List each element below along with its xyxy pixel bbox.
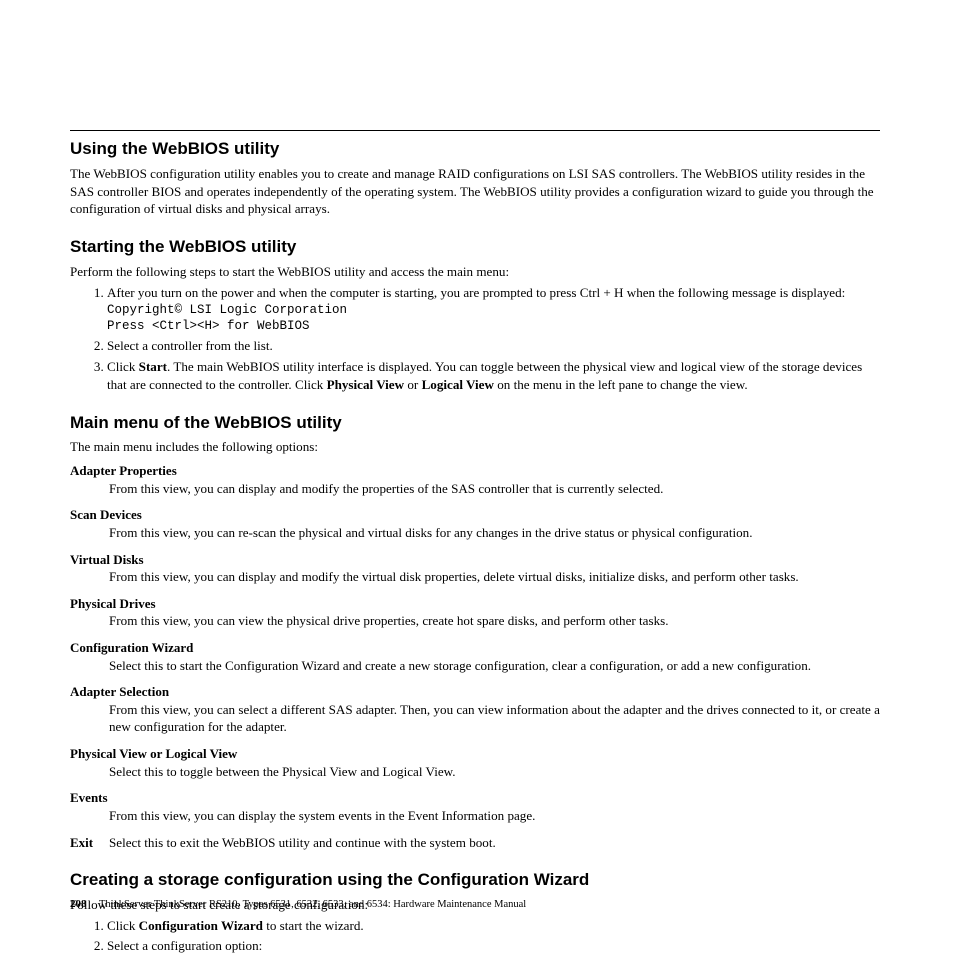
paragraph: The main menu includes the following opt… [70, 438, 880, 456]
heading-main-menu: Main menu of the WebBIOS utility [70, 412, 880, 435]
definition-desc: From this view, you can display the syst… [109, 807, 880, 825]
definition-item: Virtual Disks From this view, you can di… [70, 551, 880, 586]
list-item: Click Start. The main WebBIOS utility in… [107, 358, 880, 393]
definition-term: Adapter Selection [70, 683, 880, 701]
section-starting-webbios: Starting the WebBIOS utility Perform the… [70, 236, 880, 394]
section-creating-config: Creating a storage configuration using t… [70, 869, 880, 955]
definition-term: Configuration Wizard [70, 639, 880, 657]
definition-item: Scan Devices From this view, you can re-… [70, 506, 880, 541]
text: or [404, 377, 421, 392]
section-using-webbios: Using the WebBIOS utility The WebBIOS co… [70, 130, 880, 218]
page-number: 208 [70, 898, 87, 910]
definition-desc: From this view, you can display and modi… [109, 480, 880, 498]
definition-term: Physical Drives [70, 595, 880, 613]
heading-starting-webbios: Starting the WebBIOS utility [70, 236, 880, 259]
bold-text: Configuration Wizard [139, 918, 263, 933]
heading-using-webbios: Using the WebBIOS utility [70, 130, 880, 161]
list-item: Select a configuration option: [107, 937, 880, 955]
text: After you turn on the power and when the… [107, 285, 845, 300]
definition-item: Adapter Selection From this view, you ca… [70, 683, 880, 736]
definition-desc: Select this to start the Configuration W… [109, 657, 880, 675]
definition-desc: From this view, you can select a differe… [109, 701, 880, 736]
heading-creating-config: Creating a storage configuration using t… [70, 869, 880, 892]
ordered-list: Click Configuration Wizard to start the … [107, 917, 880, 955]
definition-desc: Select this to toggle between the Physic… [109, 763, 880, 781]
definition-desc: Select this to exit the WebBIOS utility … [109, 834, 880, 852]
text: Click [107, 359, 139, 374]
bold-text: Start [139, 359, 167, 374]
definition-term: Events [70, 789, 880, 807]
text: on the menu in the left pane to change t… [494, 377, 748, 392]
page-footer: 208 ThinkServer ThinkServer RS210, Types… [70, 897, 526, 912]
list-item: Click Configuration Wizard to start the … [107, 917, 880, 935]
definition-item: Configuration Wizard Select this to star… [70, 639, 880, 674]
paragraph: Perform the following steps to start the… [70, 263, 880, 281]
bold-text: Logical View [422, 377, 494, 392]
definition-term: Physical View or Logical View [70, 745, 880, 763]
definition-item: Physical Drives From this view, you can … [70, 595, 880, 630]
text: Click [107, 918, 139, 933]
bold-text: Physical View [327, 377, 404, 392]
section-main-menu: Main menu of the WebBIOS utility The mai… [70, 412, 880, 852]
definition-item: Exit Select this to exit the WebBIOS uti… [70, 834, 880, 852]
code-block: Copyright© LSI Logic Corporation Press <… [107, 303, 880, 334]
definition-item: Events From this view, you can display t… [70, 789, 880, 824]
list-item: After you turn on the power and when the… [107, 284, 880, 335]
definition-desc: From this view, you can re-scan the phys… [109, 524, 880, 542]
ordered-list: After you turn on the power and when the… [107, 284, 880, 394]
footer-text: ThinkServer ThinkServer RS210, Types 653… [99, 899, 526, 910]
definition-term: Scan Devices [70, 506, 880, 524]
paragraph: The WebBIOS configuration utility enable… [70, 165, 880, 218]
definition-item: Physical View or Logical View Select thi… [70, 745, 880, 780]
list-item: Select a controller from the list. [107, 337, 880, 355]
definition-term: Adapter Properties [70, 462, 880, 480]
definition-desc: From this view, you can display and modi… [109, 568, 880, 586]
definition-desc: From this view, you can view the physica… [109, 612, 880, 630]
text: to start the wizard. [263, 918, 364, 933]
definition-list: Adapter Properties From this view, you c… [70, 462, 880, 851]
definition-item: Adapter Properties From this view, you c… [70, 462, 880, 497]
definition-term: Virtual Disks [70, 551, 880, 569]
definition-term: Exit [70, 834, 109, 852]
